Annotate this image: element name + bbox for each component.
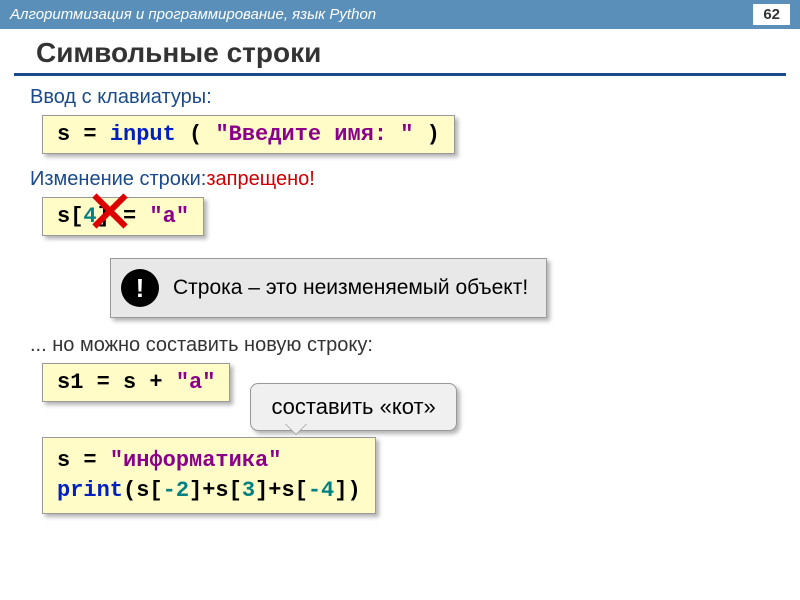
code-text: s = — [57, 122, 110, 147]
code-text: s1 = s + — [57, 370, 176, 395]
row-concat: s1 = s + "a" составить «кот» — [42, 363, 770, 431]
code-string: "a" — [176, 370, 216, 395]
code-text: ] = — [97, 204, 150, 229]
callout-text: Строка – это неизменяемый объект! — [173, 276, 528, 300]
code-text: ( — [176, 122, 216, 147]
section2-label: Изменение строки:запрещено! — [30, 168, 770, 191]
header-bar: Алгоритмизация и программирование, язык … — [0, 0, 800, 29]
code-text: s[ — [57, 204, 83, 229]
code-slice: s = "информатика" print(s[-2]+s[3]+s[-4]… — [42, 437, 376, 514]
content: Ввод с клавиатуры: s = input ( "Введите … — [0, 86, 800, 514]
page-title: Символьные строки — [14, 29, 786, 76]
code-num: -4 — [308, 478, 334, 503]
code-line1: s = "информатика" — [57, 446, 361, 476]
code-mutate: s[4] = "a" — [42, 197, 204, 236]
code-text: s = — [57, 448, 110, 473]
code-index: 4 — [83, 204, 96, 229]
code-mutate-wrap: s[4] = "a" — [30, 197, 204, 250]
code-num: 3 — [242, 478, 255, 503]
breadcrumb: Алгоритмизация и программирование, язык … — [10, 6, 376, 23]
callout-box: ! Строка – это неизменяемый объект! — [110, 258, 547, 318]
speech-text: составить «кот» — [271, 394, 435, 419]
section1-label: Ввод с клавиатуры: — [30, 86, 770, 109]
code-text: ]+s[ — [189, 478, 242, 503]
code-concat: s1 = s + "a" — [42, 363, 230, 402]
code-text: ]) — [334, 478, 360, 503]
code-input: s = input ( "Введите имя: " ) — [42, 115, 455, 154]
code-line2: print(s[-2]+s[3]+s[-4]) — [57, 476, 361, 506]
code-text: ) — [413, 122, 439, 147]
code-string: "Введите имя: " — [215, 122, 413, 147]
code-num: -2 — [163, 478, 189, 503]
code-fn: input — [110, 122, 176, 147]
code-string: "информатика" — [110, 448, 282, 473]
exclamation-icon: ! — [121, 269, 159, 307]
code-text: ]+s[ — [255, 478, 308, 503]
speech-bubble: составить «кот» — [250, 383, 456, 431]
code-string: "a" — [149, 204, 189, 229]
forbidden-text: запрещено! — [206, 168, 314, 190]
code-fn: print — [57, 478, 123, 503]
code-text: (s[ — [123, 478, 163, 503]
section2-label-pre: Изменение строки: — [30, 168, 206, 190]
section3-label: ... но можно составить новую строку: — [30, 334, 770, 357]
page-number: 62 — [753, 4, 790, 25]
